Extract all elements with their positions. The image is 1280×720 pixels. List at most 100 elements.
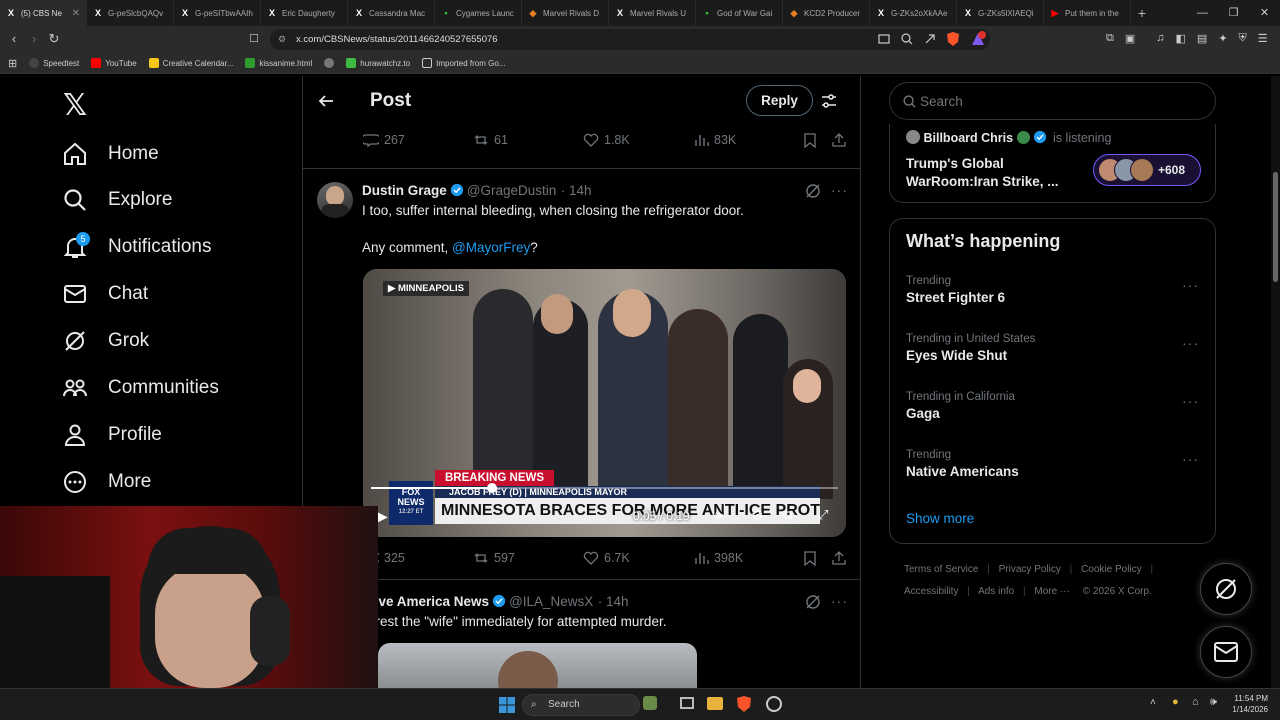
brave-shield-icon[interactable] <box>946 31 960 47</box>
leo-icon[interactable]: ✦ <box>1218 32 1227 45</box>
grok-icon[interactable] <box>805 594 821 610</box>
trend-item[interactable]: Trending Native Americans <box>906 449 1019 479</box>
browser-tab[interactable]: ◆ Marvel Rivals D <box>522 0 609 26</box>
browser-tab[interactable]: ◆ KCD2 Producer <box>783 0 870 26</box>
live-space-card[interactable]: Billboard Chris is listening Trump's Glo… <box>889 124 1216 203</box>
x-logo[interactable]: 𝕏 <box>63 88 87 123</box>
share-icon[interactable] <box>831 132 847 148</box>
bookmark-imported[interactable]: Imported from Go... <box>422 58 505 68</box>
browser-tab[interactable]: ▪ Cygames Launc <box>435 0 522 26</box>
back-icon[interactable]: ‹ <box>6 31 22 47</box>
nav-item-notifications[interactable]: 5 Notifications <box>62 229 212 265</box>
footer-link-ads[interactable]: Ads info <box>978 586 1014 597</box>
windows-start-icon[interactable] <box>499 697 515 713</box>
nav-item-home[interactable]: Home <box>62 136 159 172</box>
brave-rewards-icon[interactable] <box>970 31 986 47</box>
browser-tab[interactable]: X G-ZKs5lXIAEQi <box>957 0 1044 26</box>
site-info-icon[interactable]: ⚙ <box>278 29 286 50</box>
minimize-icon[interactable]: — <box>1187 0 1218 26</box>
taskbar-search[interactable]: ⌕ Search <box>522 694 640 716</box>
sidebar-icon[interactable]: ◧ <box>1176 32 1186 45</box>
more-options-icon[interactable]: ··· <box>831 182 848 198</box>
nav-item-explore[interactable]: Explore <box>62 182 172 218</box>
app-icon[interactable] <box>766 696 782 712</box>
share-icon[interactable] <box>831 550 847 566</box>
fullscreen-icon[interactable]: ⤢ <box>818 507 828 523</box>
tweet-time[interactable]: · 14h <box>561 183 592 198</box>
trend-item[interactable]: Trending in United States Eyes Wide Shut <box>906 333 1035 363</box>
browser-tab[interactable]: X G-peSITbwAAIh <box>174 0 261 26</box>
bookmark-youtube[interactable]: YouTube <box>91 58 137 68</box>
bookmark-speedtest[interactable]: Speedtest <box>29 58 79 68</box>
footer-link-privacy[interactable]: Privacy Policy <box>999 564 1061 575</box>
close-icon[interactable]: ✕ <box>1249 0 1280 26</box>
wallet-icon[interactable]: ▤ <box>1197 32 1207 45</box>
bookmark-hurawatch[interactable]: hurawatchz.to <box>346 58 410 68</box>
bookmark-icon[interactable] <box>802 132 818 148</box>
task-view-icon[interactable] <box>680 697 694 709</box>
footer-link-cookie[interactable]: Cookie Policy <box>1081 564 1142 575</box>
author-name[interactable]: Dustin Grage <box>362 183 447 198</box>
nav-item-communities[interactable]: Communities <box>62 370 219 406</box>
cast-icon[interactable] <box>878 33 890 45</box>
file-explorer-icon[interactable] <box>707 697 723 710</box>
network-icon[interactable]: ⌂ <box>1192 696 1199 708</box>
share-icon[interactable] <box>924 33 936 45</box>
more-options-icon[interactable]: ··· <box>831 593 848 609</box>
media-icon[interactable]: ♫ <box>1156 32 1164 45</box>
tweet-image[interactable] <box>378 643 697 688</box>
bookmark-kissanime[interactable]: kissanime.html <box>245 58 312 68</box>
volume-icon[interactable]: 🕪 <box>1210 696 1217 709</box>
video-progress-track[interactable] <box>371 483 838 493</box>
menu-icon[interactable]: ☰ <box>1258 32 1268 45</box>
browser-tab[interactable]: ▪ God of War Gai <box>696 0 783 26</box>
back-arrow-icon[interactable] <box>318 93 334 109</box>
pip-icon[interactable]: ⧉ <box>783 507 792 523</box>
footer-link-accessibility[interactable]: Accessibility <box>904 586 958 597</box>
author-handle[interactable]: @ILA_NewsX <box>509 594 593 609</box>
video-player[interactable]: ▶ MINNEAPOLIS BREAKING NEWS JACOB FREY (… <box>363 269 846 537</box>
settings-icon[interactable]: ⚙ <box>751 507 764 524</box>
forward-icon[interactable]: › <box>26 31 42 47</box>
views-action[interactable]: 83K <box>693 132 736 148</box>
repost-action[interactable]: 61 <box>473 132 508 148</box>
nav-item-chat[interactable]: Chat <box>62 276 148 312</box>
maximize-icon[interactable]: ❐ <box>1218 0 1249 26</box>
reply-action[interactable]: 267 <box>363 132 405 148</box>
views-action[interactable]: 398K <box>693 550 743 566</box>
bookmark-globe[interactable] <box>324 58 335 68</box>
grok-icon[interactable] <box>805 183 821 199</box>
scrollbar-thumb[interactable] <box>1273 172 1278 282</box>
close-tab-icon[interactable]: ✕ <box>72 8 80 19</box>
brave-browser-icon[interactable] <box>736 695 752 713</box>
like-action[interactable]: 6.7K <box>583 550 630 566</box>
show-more-link[interactable]: Show more <box>906 511 974 526</box>
bookmark-icon[interactable] <box>802 550 818 566</box>
play-icon[interactable]: ▶ <box>377 508 388 525</box>
tray-app-icon[interactable]: ● <box>1172 696 1179 708</box>
trend-item[interactable]: Trending Street Fighter 6 <box>906 275 1005 305</box>
trend-item[interactable]: Trending in California Gaga <box>906 391 1015 421</box>
browser-tab[interactable]: X G-ZKs2oXkAAe <box>870 0 957 26</box>
screenshot-icon[interactable]: ▣ <box>1125 32 1135 45</box>
author-handle[interactable]: @GrageDustin <box>467 183 557 198</box>
nav-item-more[interactable]: More <box>62 464 151 500</box>
nav-item-grok[interactable]: Grok <box>62 323 149 359</box>
browser-tab[interactable]: X Cassandra Mac <box>348 0 435 26</box>
bookmark-creative-calendar[interactable]: Creative Calendar... <box>148 58 233 68</box>
search-input[interactable]: Search <box>889 82 1216 120</box>
trend-more-icon[interactable]: ··· <box>1182 393 1199 409</box>
clock[interactable]: 11:54 PM 1/14/2026 <box>1226 693 1268 715</box>
trend-more-icon[interactable]: ··· <box>1182 277 1199 293</box>
messages-fab[interactable] <box>1200 626 1252 678</box>
author-name[interactable]: Love America News <box>362 594 489 609</box>
zoom-icon[interactable] <box>901 33 913 45</box>
trend-more-icon[interactable]: ··· <box>1182 451 1199 467</box>
browser-tab[interactable]: X Eric Daugherty <box>261 0 348 26</box>
mention-link[interactable]: @MayorFrey <box>452 240 530 255</box>
browser-tab[interactable]: X Marvel Rivals U <box>609 0 696 26</box>
widgets-icon[interactable] <box>643 696 657 710</box>
trend-more-icon[interactable]: ··· <box>1182 335 1199 351</box>
space-listeners-pill[interactable]: +608 <box>1093 154 1201 186</box>
like-action[interactable]: 1.8K <box>583 132 630 148</box>
